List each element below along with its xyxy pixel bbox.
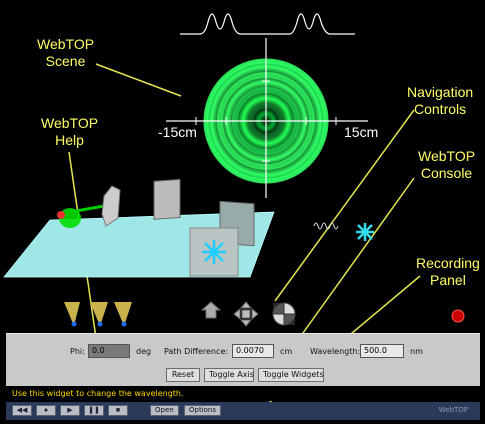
viewpoint-icons[interactable]: [64, 302, 132, 327]
reset-button[interactable]: Reset: [166, 368, 200, 382]
toggle-widgets-button[interactable]: Toggle Widgets: [258, 368, 324, 382]
open-button[interactable]: Open: [150, 405, 179, 416]
callout-line1: Navigation: [407, 84, 474, 100]
scene-callout-line: [95, 63, 182, 97]
callout-line2: Console: [420, 165, 473, 181]
callout-line1: Recording: [416, 255, 480, 271]
intensity-graph: [180, 13, 355, 35]
wavelength-label: Wavelength:: [310, 347, 361, 356]
record-indicator[interactable]: [451, 309, 465, 323]
wavelength-unit: nm: [410, 347, 423, 356]
axis-left-label: -15cm: [158, 124, 197, 140]
callout-recording-panel: Recording Panel: [416, 255, 480, 289]
path-difference-label: Path Difference:: [164, 347, 229, 356]
wavelength-input[interactable]: 500.0: [360, 344, 404, 358]
callout-line1: WebTOP: [37, 36, 95, 52]
phi-input[interactable]: 0.0: [88, 344, 130, 358]
play-icon[interactable]: ▶: [60, 405, 80, 416]
callout-navigation-controls: Navigation Controls: [407, 84, 473, 118]
phi-unit: deg: [136, 347, 152, 356]
callout-webtop-help: WebTOP Help: [41, 115, 98, 149]
path-difference-unit: cm: [280, 347, 293, 356]
callout-line2: Panel: [430, 272, 466, 288]
stop-icon[interactable]: ■: [108, 405, 128, 416]
recording-panel: ◀◀ ● ▶ ❚❚ ■ Open Options WebTOP: [6, 402, 480, 420]
mirror-1[interactable]: [153, 178, 181, 220]
options-button[interactable]: Options: [184, 405, 222, 416]
callout-line1: WebTOP: [41, 115, 99, 131]
axis-right-label: 15cm: [344, 124, 379, 140]
elevate-icon[interactable]: [200, 301, 222, 319]
pan-icon[interactable]: [233, 301, 259, 327]
callout-webtop-console: WebTOP Console: [418, 148, 475, 182]
help-text-bar: Use this widget to change the wavelength…: [6, 386, 480, 401]
callout-webtop-scene: WebTOP Scene: [37, 36, 94, 70]
console-callout-line: [297, 177, 415, 341]
callout-line2: Help: [55, 132, 84, 148]
examine-icon[interactable]: [272, 302, 296, 326]
callout-line2: Scene: [45, 53, 86, 69]
wavelength-wave: [313, 222, 339, 230]
record-icon[interactable]: ●: [36, 405, 56, 416]
toggle-axis-button[interactable]: Toggle Axis: [204, 368, 254, 382]
wavelength-widget[interactable]: [356, 223, 374, 241]
path-difference-input[interactable]: 0.0070: [232, 344, 274, 358]
phi-label: Phi:: [70, 347, 85, 356]
rewind-icon[interactable]: ◀◀: [12, 405, 32, 416]
callout-line2: Controls: [414, 101, 467, 117]
pause-icon[interactable]: ❚❚: [84, 405, 104, 416]
webtop-brand: WebTOP: [438, 406, 468, 414]
callout-line1: WebTOP: [418, 148, 476, 164]
